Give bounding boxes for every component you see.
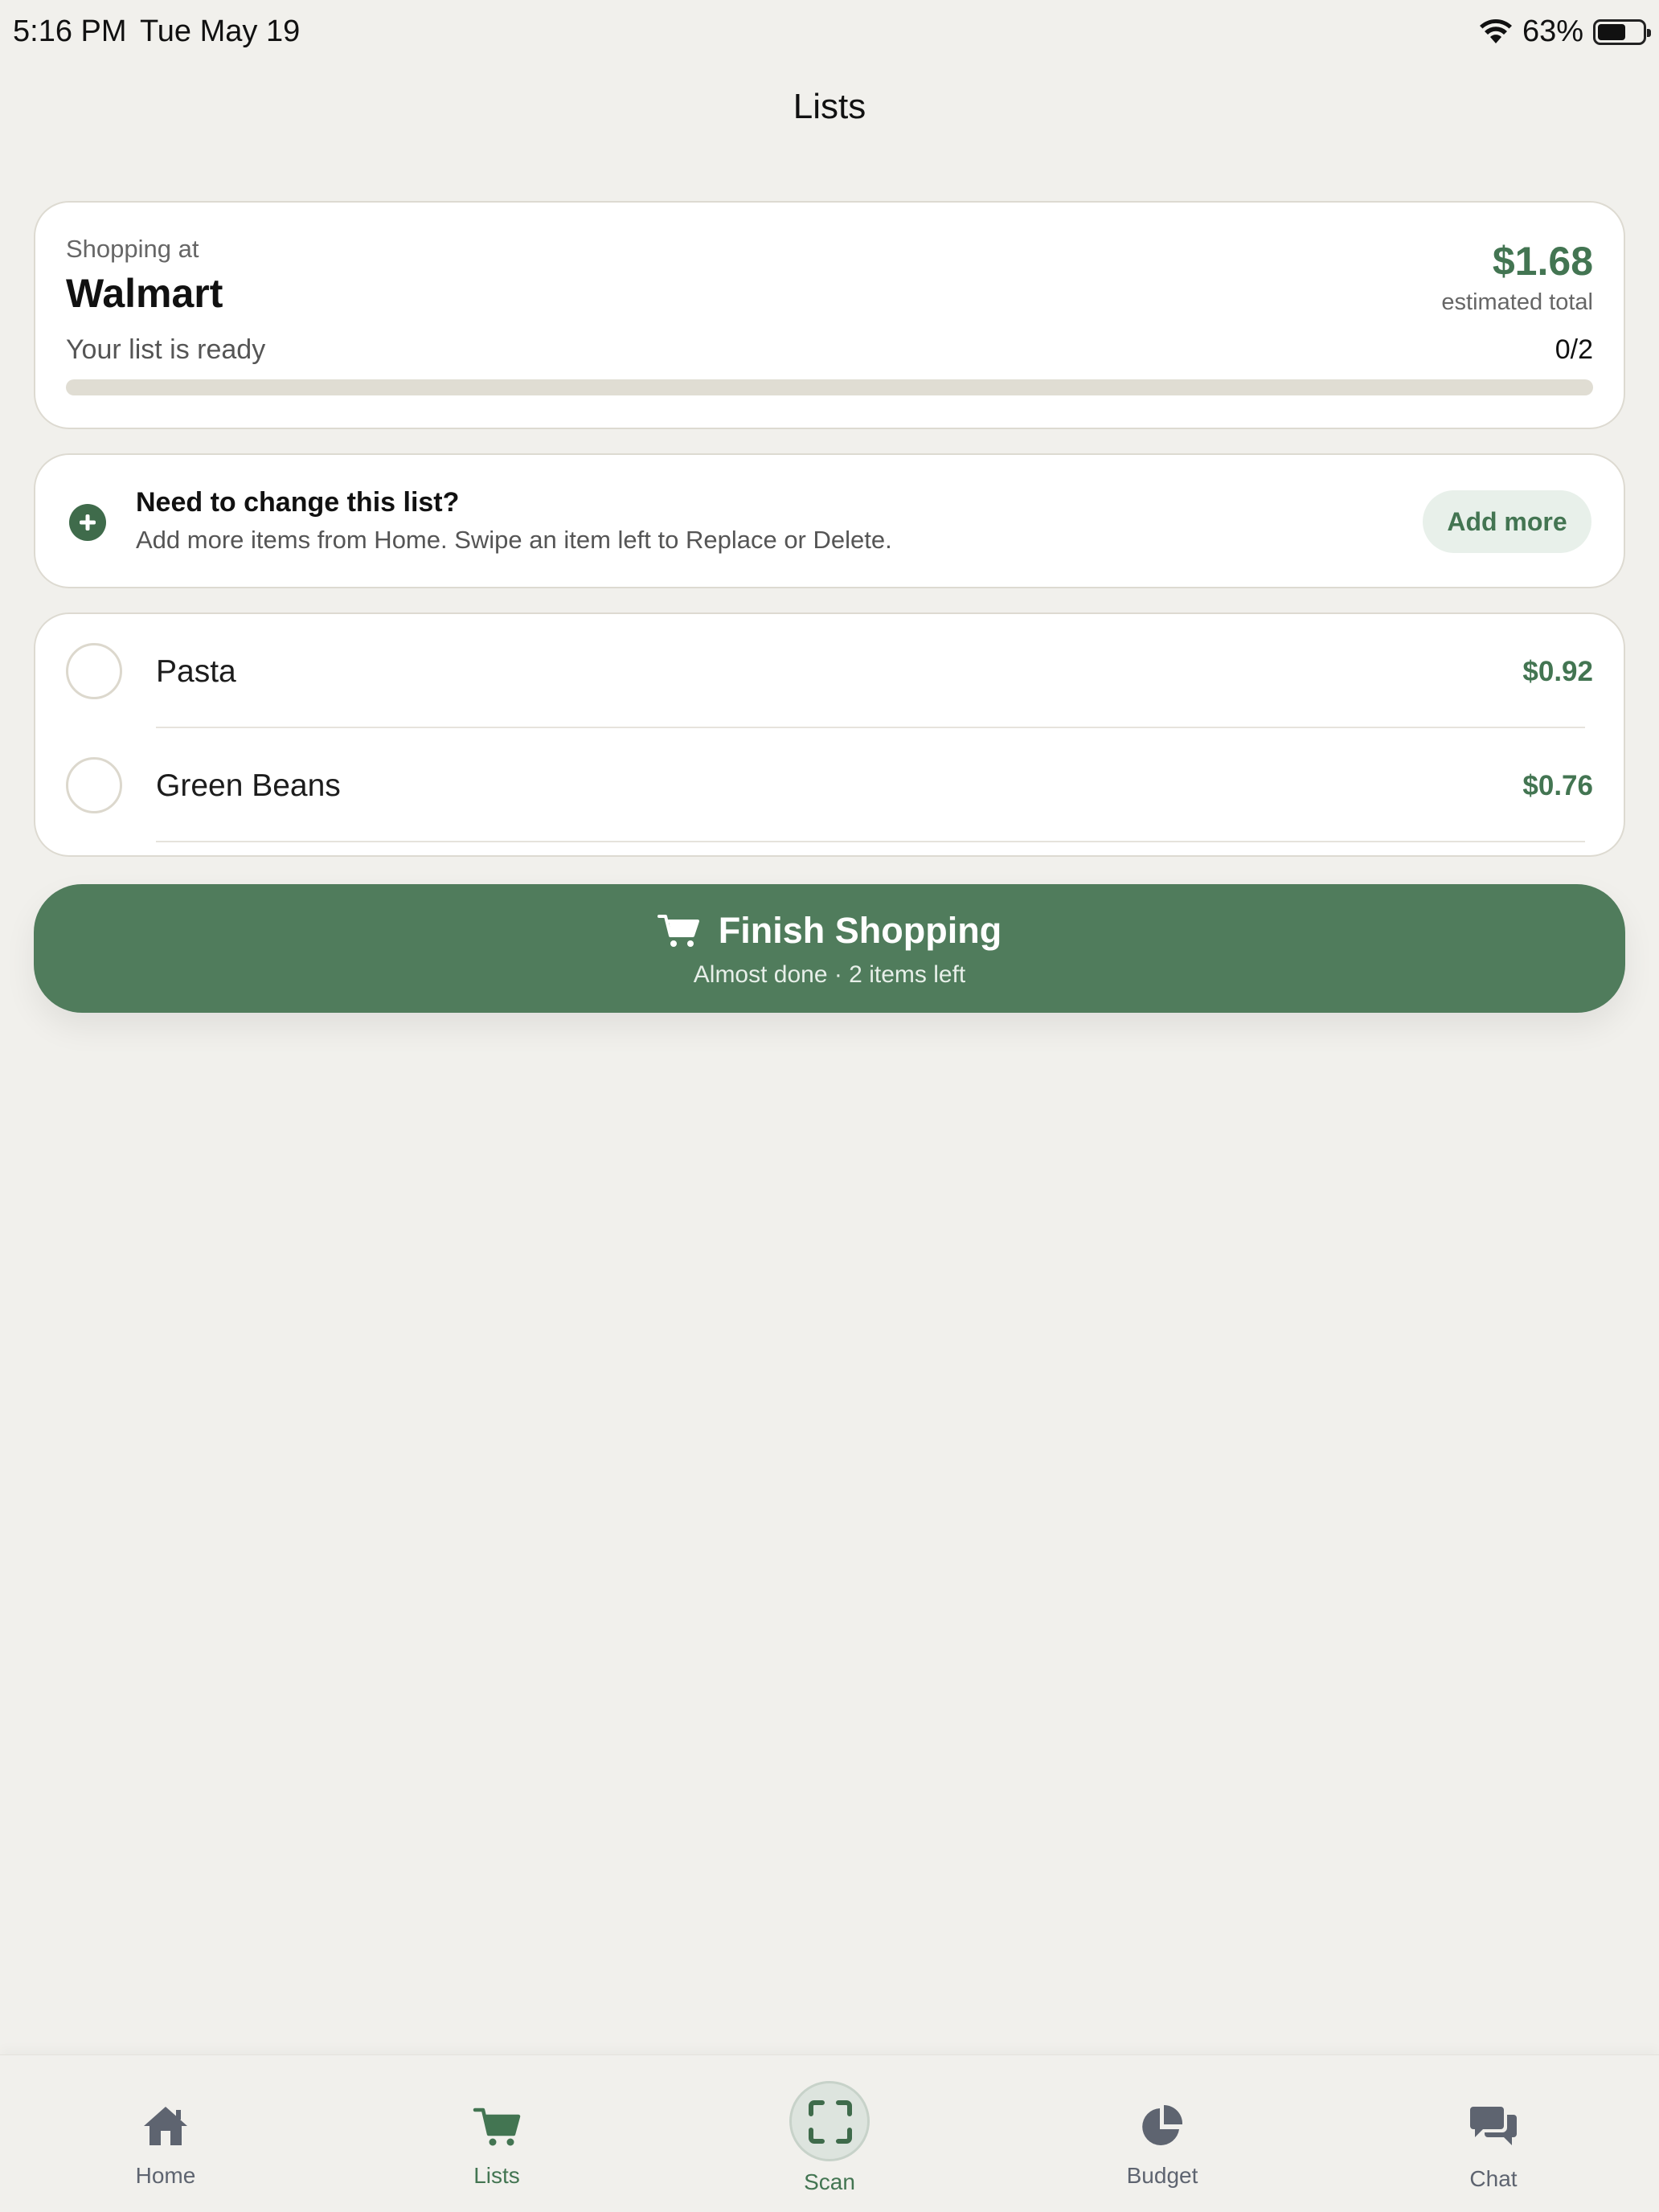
list-item[interactable]: Green Beans $0.76 bbox=[35, 728, 1624, 842]
items-checked-count: 0/2 bbox=[1555, 334, 1593, 365]
item-price: $0.76 bbox=[1522, 770, 1593, 801]
battery-percentage: 63% bbox=[1522, 14, 1583, 48]
tab-label: Lists bbox=[473, 2163, 520, 2188]
change-list-title: Need to change this list? bbox=[136, 487, 460, 518]
tab-label: Chat bbox=[1469, 2166, 1518, 2191]
status-indicators: 63% bbox=[1479, 14, 1651, 49]
shopping-at-label: Shopping at bbox=[66, 235, 199, 263]
status-time: 5:16 PM bbox=[13, 14, 127, 48]
tab-lists[interactable]: Lists bbox=[331, 2055, 662, 2212]
cart-icon bbox=[473, 2108, 521, 2146]
page-title: Lists bbox=[793, 87, 866, 126]
store-summary-card: Shopping at Walmart $1.68 estimated tota… bbox=[34, 201, 1625, 429]
store-name: Walmart bbox=[66, 271, 223, 316]
tab-budget[interactable]: Budget bbox=[997, 2055, 1328, 2212]
shopping-items-list: Pasta $0.92 Green Beans $0.76 bbox=[34, 612, 1625, 857]
item-checkbox[interactable] bbox=[66, 757, 122, 813]
lists-screen: 5:16 PM Tue May 19 63% Lists Shopping at… bbox=[0, 0, 1659, 2212]
add-more-button[interactable]: Add more bbox=[1423, 490, 1591, 553]
change-list-description: Add more items from Home. Swipe an item … bbox=[136, 526, 892, 554]
item-name: Green Beans bbox=[156, 768, 341, 803]
tab-chat[interactable]: Chat bbox=[1328, 2055, 1659, 2212]
cart-icon bbox=[657, 915, 699, 947]
tab-label: Home bbox=[135, 2163, 196, 2188]
estimated-total: $1.68 bbox=[1492, 239, 1593, 284]
battery-icon bbox=[1593, 18, 1651, 45]
pie-chart-icon bbox=[1142, 2105, 1183, 2145]
status-date: Tue May 19 bbox=[140, 14, 301, 48]
chat-bubbles-icon bbox=[1470, 2107, 1517, 2145]
change-list-card: Need to change this list? Add more items… bbox=[34, 453, 1625, 588]
list-item[interactable]: Pasta $0.92 bbox=[35, 614, 1624, 728]
tab-bar: Home Lists Scan Budget Chat bbox=[0, 2054, 1659, 2212]
tab-label: Scan bbox=[804, 2169, 855, 2194]
item-name: Pasta bbox=[156, 654, 236, 689]
item-price: $0.92 bbox=[1522, 656, 1593, 687]
home-icon bbox=[144, 2107, 187, 2145]
finish-shopping-subtitle: Almost done · 2 items left bbox=[693, 961, 966, 988]
estimated-total-label: estimated total bbox=[1441, 289, 1593, 315]
tab-scan[interactable]: Scan bbox=[664, 2055, 995, 2212]
battery-cap bbox=[1647, 28, 1651, 37]
item-divider bbox=[156, 841, 1585, 842]
shopping-progress-bar bbox=[66, 379, 1593, 395]
finish-shopping-button[interactable]: Finish Shopping Almost done · 2 items le… bbox=[34, 884, 1625, 1013]
finish-shopping-label-row: Finish Shopping bbox=[34, 910, 1625, 952]
scan-icon bbox=[809, 2100, 852, 2144]
finish-shopping-title: Finish Shopping bbox=[718, 910, 1002, 951]
item-checkbox[interactable] bbox=[66, 643, 122, 699]
plus-circle-icon bbox=[69, 504, 106, 541]
tab-home[interactable]: Home bbox=[0, 2055, 331, 2212]
list-status: Your list is ready bbox=[66, 334, 266, 365]
status-bar: 5:16 PM Tue May 19 63% bbox=[0, 0, 1659, 68]
battery-level bbox=[1598, 23, 1626, 40]
tab-label: Budget bbox=[1126, 2163, 1198, 2188]
wifi-icon bbox=[1479, 18, 1512, 43]
scan-button[interactable] bbox=[789, 2081, 870, 2161]
